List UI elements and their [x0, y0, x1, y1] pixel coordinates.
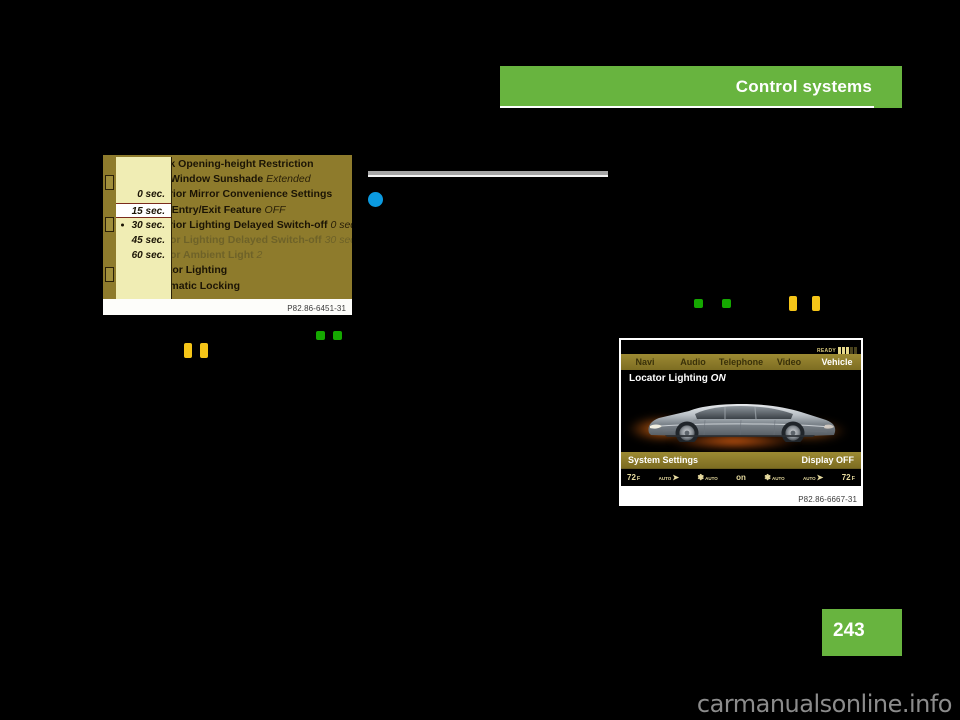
climate-left-defrost[interactable]: ❃ AUTO — [697, 473, 717, 482]
menu-row-label: rior Ambient Light — [163, 249, 254, 262]
menu-row-label: omatic Locking — [163, 279, 241, 292]
menu-row-label: erior Mirror Convenience Settings — [163, 188, 333, 201]
left-temp-unit: F — [636, 476, 641, 482]
delay-options-popup: 0 sec. 15 sec. 30 sec. 45 sec. 60 sec. — [116, 157, 172, 299]
menu-row-value: 0 sec. — [330, 218, 352, 231]
tab-navi[interactable]: Navi — [621, 357, 669, 367]
menu-row[interactable]: r Window Sunshade Extended — [159, 172, 352, 187]
menu-row-value: OFF — [264, 203, 286, 216]
popup-option-45sec[interactable]: 45 sec. — [116, 233, 171, 248]
comand-vehicle-screen: READY Navi Audio Telephone Video Vehicle… — [621, 340, 861, 486]
menu-row-label: r Window Sunshade — [163, 173, 264, 186]
menu-row[interactable]: ator Lighting — [159, 263, 352, 278]
menu-row-value: 2 — [256, 249, 263, 262]
tab-vehicle[interactable]: Vehicle — [813, 357, 861, 367]
signal-bar — [854, 347, 857, 354]
gold-mark-icon — [789, 296, 797, 311]
popup-option-label: 30 sec. — [131, 219, 165, 231]
popup-option-30sec-current[interactable]: 30 sec. — [116, 218, 171, 233]
popup-option-label: 45 sec. — [131, 234, 165, 246]
climate-left-temperature[interactable]: 72 F — [627, 473, 640, 482]
menu-row-value: Extended — [266, 173, 311, 186]
figure-left-caption: P82.86-6451-31 — [287, 304, 346, 313]
right-defrost-label: AUTO — [771, 476, 785, 481]
menu-row[interactable]: nk Opening-height Restriction — [159, 157, 352, 172]
menu-row-label: erior Lighting Delayed Switch-off — [163, 218, 328, 231]
screen-title: Locator Lighting ON — [629, 373, 726, 384]
green-dot-icon — [333, 331, 342, 340]
airflow-icon: ➤ — [816, 473, 824, 482]
page-number: 243 — [833, 620, 865, 641]
popup-option-label: 60 sec. — [131, 250, 165, 262]
main-tab-bar: Navi Audio Telephone Video Vehicle — [621, 354, 861, 370]
system-settings-button[interactable]: System Settings — [628, 455, 698, 465]
climate-left-airflow[interactable]: AUTO ➤ — [659, 473, 679, 482]
section-rule — [368, 171, 608, 177]
gold-mark-icon — [200, 343, 208, 358]
left-defrost-label: AUTO — [705, 476, 718, 481]
menu-row-value: 30 sec. — [324, 233, 352, 246]
popup-option-0sec[interactable]: 0 sec. — [116, 187, 171, 202]
climate-right-defrost[interactable]: ❃ AUTO — [764, 473, 784, 482]
current-value-bullet-icon — [121, 223, 124, 227]
tab-audio[interactable]: Audio — [669, 357, 717, 367]
popup-option-label: 0 sec. — [137, 189, 165, 201]
green-dot-icon — [722, 299, 731, 308]
tab-telephone[interactable]: Telephone — [717, 357, 765, 367]
step-number-bullet — [368, 192, 383, 207]
tab-video[interactable]: Video — [765, 357, 813, 367]
signal-bar — [838, 347, 841, 354]
comand-settings-screen: nk Opening-height Restriction r Window S… — [103, 155, 352, 299]
menu-row[interactable]: rior Ambient Light 2 — [159, 248, 352, 263]
screen-title-state: ON — [710, 373, 726, 384]
signal-bar — [846, 347, 849, 354]
right-temp-value: 72 — [841, 473, 851, 482]
header-underline — [500, 106, 874, 108]
left-temp-value: 72 — [627, 473, 636, 482]
center-state-value: on — [736, 473, 746, 482]
system-settings-bar: System Settings Display OFF — [621, 452, 861, 468]
menu-row[interactable]: erior Mirror Convenience Settings — [159, 187, 352, 202]
page-header-band: Control systems — [500, 66, 902, 108]
menu-row[interactable]: rior Lighting Delayed Switch-off 30 sec. — [159, 233, 352, 248]
menu-row-label: nk Opening-height Restriction — [163, 158, 314, 170]
menu-row-label: y Entry/Exit Feature — [163, 203, 262, 216]
popup-option-60sec[interactable]: 60 sec. — [116, 248, 171, 263]
page-number-block: 243 — [822, 609, 902, 656]
menu-row[interactable]: y Entry/Exit Feature OFF — [159, 203, 352, 218]
climate-right-airflow[interactable]: AUTO ➤ — [803, 473, 823, 482]
menu-row-label: rior Lighting Delayed Switch-off — [163, 233, 322, 246]
climate-control-bar: 72 F AUTO ➤ ❃ AUTO on ❃ AUTO AUTO ➤ 72 F — [621, 468, 861, 486]
menu-row[interactable]: omatic Locking — [159, 279, 352, 294]
sedan-side-view-icon — [648, 404, 836, 442]
signal-bar — [842, 347, 845, 354]
menu-row-label: ator Lighting — [163, 264, 228, 277]
gold-mark-icon — [184, 343, 192, 358]
status-bar: READY — [817, 342, 857, 354]
popup-option-label: 15 sec. — [131, 205, 165, 217]
vehicle-illustration — [621, 386, 861, 454]
menu-row-locator-lighting-delay[interactable]: erior Lighting Delayed Switch-off 0 sec. — [159, 218, 352, 233]
figure-vehicle-display: READY Navi Audio Telephone Video Vehicle… — [619, 338, 863, 506]
left-auto-label: AUTO — [658, 476, 672, 481]
defrost-icon: ❃ — [764, 473, 771, 482]
display-off-button[interactable]: Display OFF — [801, 455, 854, 465]
screen-title-label: Locator Lighting — [629, 373, 708, 384]
climate-center-state[interactable]: on — [736, 473, 746, 482]
page-section-title: Control systems — [735, 77, 872, 96]
right-auto-label: AUTO — [802, 476, 816, 481]
popup-option-15sec-selected[interactable]: 15 sec. — [116, 202, 171, 218]
right-temp-unit: F — [851, 476, 855, 482]
green-dot-icon — [316, 331, 325, 340]
site-watermark: carmanualsonline.info — [696, 690, 953, 718]
green-dot-icon — [694, 299, 703, 308]
figure-settings-menu: nk Opening-height Restriction r Window S… — [103, 155, 352, 315]
figure-right-caption: P82.86-6667-31 — [798, 495, 857, 504]
climate-right-temperature[interactable]: 72 F — [842, 473, 855, 482]
signal-bar — [850, 347, 853, 354]
gold-mark-icon — [812, 296, 820, 311]
defrost-icon: ❃ — [697, 473, 705, 482]
airflow-icon: ➤ — [672, 473, 680, 482]
